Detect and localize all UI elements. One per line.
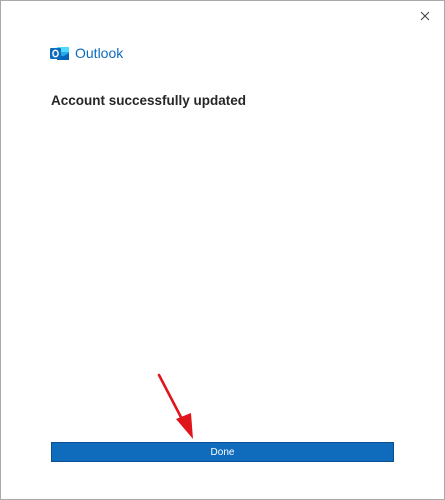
close-button[interactable] xyxy=(414,5,436,27)
outlook-logo-icon xyxy=(50,47,69,60)
red-arrow-icon xyxy=(157,373,193,439)
app-brand: Outlook xyxy=(50,44,123,63)
app-name: Outlook xyxy=(75,45,124,61)
account-setup-dialog: Outlook Account successfully updated Don… xyxy=(0,0,445,500)
status-heading: Account successfully updated xyxy=(51,93,247,108)
close-icon xyxy=(420,11,430,21)
done-button[interactable]: Done xyxy=(51,442,394,462)
